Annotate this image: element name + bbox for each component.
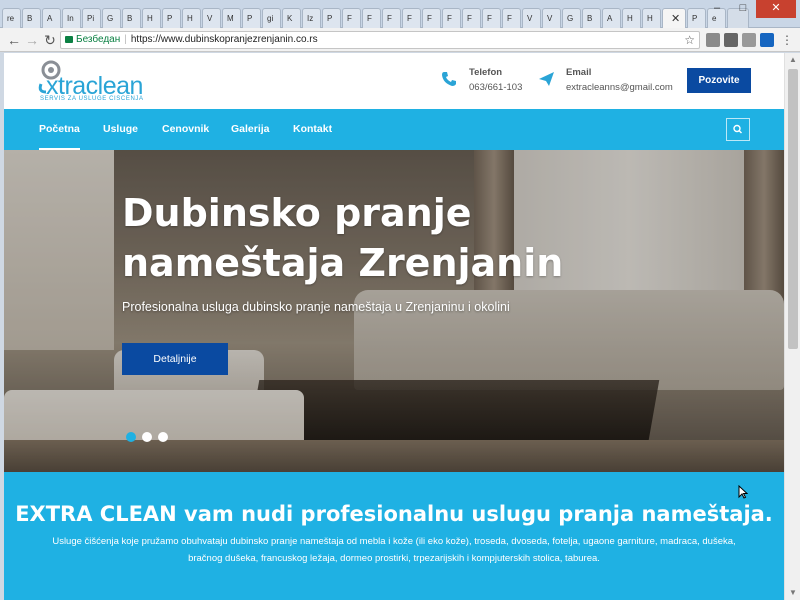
browser-tab[interactable]: H	[142, 8, 161, 28]
browser-tab[interactable]: F	[382, 8, 401, 28]
browser-tab[interactable]: In	[62, 8, 81, 28]
page-scrollbar[interactable]: ▲ ▼	[784, 53, 800, 600]
extension-icon[interactable]	[760, 33, 774, 47]
slider-dot[interactable]	[142, 432, 152, 442]
nav-item-pocetna[interactable]: Početna	[39, 109, 80, 150]
tab-active-close[interactable]: ✕	[662, 8, 686, 28]
browser-tab[interactable]: K	[282, 8, 301, 28]
minimize-button[interactable]: –	[704, 0, 730, 18]
slider-dot[interactable]	[158, 432, 168, 442]
hero-subtitle: Profesionalna usluga dubinsko pranje nam…	[122, 300, 510, 314]
call-button[interactable]: Pozovite	[687, 68, 751, 93]
close-button[interactable]: ✕	[756, 0, 796, 18]
browser-tab[interactable]: gi	[262, 8, 281, 28]
separator: |	[124, 34, 127, 45]
browser-tab[interactable]: F	[342, 8, 361, 28]
reload-button[interactable]: ↻	[42, 31, 58, 49]
maximize-button[interactable]: □	[730, 0, 756, 18]
tab-list: re B A In Pi G B H P H V M Pgi K Iz P F F F F F F F F F V V G B A H H ✕ P…	[2, 8, 750, 28]
browser-tab[interactable]: V	[522, 8, 541, 28]
extension-icon[interactable]	[742, 33, 756, 47]
browser-tab[interactable]: Iz	[302, 8, 321, 28]
browser-tab[interactable]: A	[42, 8, 61, 28]
browser-tab[interactable]: F	[462, 8, 481, 28]
scroll-down-icon[interactable]: ▼	[785, 586, 800, 600]
nav-item-usluge[interactable]: Usluge	[103, 109, 138, 150]
browser-tab[interactable]: G	[562, 8, 581, 28]
browser-tab[interactable]: F	[422, 8, 441, 28]
browser-tab[interactable]: B	[582, 8, 601, 28]
browser-tab[interactable]: Pi	[82, 8, 101, 28]
phone-icon	[441, 71, 459, 89]
extension-icon[interactable]	[706, 33, 720, 47]
tab-strip: re B A In Pi G B H P H V M Pgi K Iz P F F F F F F F F F V V G B A H H ✕ P…	[0, 0, 800, 28]
browser-tab[interactable]: V	[202, 8, 221, 28]
scroll-up-icon[interactable]: ▲	[785, 53, 800, 67]
address-bar: ← → ↻ Безбедан | https://www.dubinskopranj…	[0, 28, 800, 52]
nav-item-kontakt[interactable]: Kontakt	[293, 109, 332, 150]
browser-tab[interactable]: F	[482, 8, 501, 28]
hero-title: Dubinsko pranje nameštaja Zrenjanin	[122, 191, 564, 285]
slider-dot[interactable]	[126, 432, 136, 442]
forward-button[interactable]: →	[24, 31, 40, 49]
site-logo[interactable]: xtraclean SERVIS ZA USLUGE CISCENJA	[36, 58, 166, 104]
logo-subtitle: SERVIS ZA USLUGE CISCENJA	[40, 96, 144, 102]
url-input[interactable]: Безбедан | https://www.dubinskopranjezrenj…	[60, 31, 700, 49]
browser-tab[interactable]: P	[322, 8, 341, 28]
phone-value: 063/661-103	[469, 82, 523, 93]
browser-tab[interactable]: G	[102, 8, 121, 28]
nav-item-cenovnik[interactable]: Cenovnik	[162, 109, 209, 150]
email-value: extracleanns@gmail.com	[566, 82, 673, 93]
browser-tab[interactable]: V	[542, 8, 561, 28]
nav-item-galerija[interactable]: Galerija	[231, 109, 270, 150]
bookmark-star-icon[interactable]: ☆	[684, 32, 695, 48]
browser-tab[interactable]: F	[502, 8, 521, 28]
scroll-thumb[interactable]	[788, 69, 798, 349]
browser-tab[interactable]: F	[442, 8, 461, 28]
search-button[interactable]	[726, 118, 750, 141]
slider-dots	[126, 432, 174, 442]
lock-icon	[65, 36, 73, 43]
hero-slider: Dubinsko pranje nameštaja Zrenjanin Prof…	[4, 150, 784, 472]
mouse-cursor-icon	[738, 485, 748, 499]
send-icon	[538, 71, 556, 89]
intro-text: Usluge čišćenja koje pružamo obuhvataju …	[52, 536, 736, 564]
main-nav: Početna Usluge Cenovnik Galerija Kontakt	[4, 109, 784, 150]
phone-title: Telefon	[469, 67, 503, 78]
browser-tab[interactable]: M	[222, 8, 241, 28]
search-icon	[733, 124, 742, 134]
secure-label: Безбедан	[76, 34, 121, 45]
browser-tab[interactable]: H	[642, 8, 661, 28]
site-header: xtraclean SERVIS ZA USLUGE CISCENJA Tele…	[4, 53, 784, 109]
camera-icon[interactable]	[724, 33, 738, 47]
email-title: Email	[566, 67, 592, 78]
browser-tab[interactable]: P	[162, 8, 181, 28]
window-controls: – □ ✕	[704, 0, 796, 18]
browser-tab[interactable]: B	[22, 8, 41, 28]
browser-tab[interactable]: H	[622, 8, 641, 28]
browser-tab[interactable]: F	[362, 8, 381, 28]
url-text: https://www.dubinskopranjezrenjanin.co.r…	[130, 34, 318, 45]
menu-icon[interactable]: ⋮	[780, 33, 794, 47]
browser-tab[interactable]: P	[242, 8, 261, 28]
intro-title: EXTRA CLEAN vam nudi profesionalnu uslug…	[15, 502, 773, 526]
browser-tab[interactable]: H	[182, 8, 201, 28]
back-button[interactable]: ←	[6, 31, 22, 49]
browser-tab[interactable]: B	[122, 8, 141, 28]
browser-tab[interactable]: F	[402, 8, 421, 28]
page-viewport: xtraclean SERVIS ZA USLUGE CISCENJA Tele…	[4, 53, 784, 600]
browser-tab[interactable]: A	[602, 8, 621, 28]
details-button[interactable]: Detaljnije	[122, 343, 228, 375]
intro-section: EXTRA CLEAN vam nudi profesionalnu uslug…	[4, 472, 784, 600]
browser-tab[interactable]: re	[2, 8, 21, 28]
